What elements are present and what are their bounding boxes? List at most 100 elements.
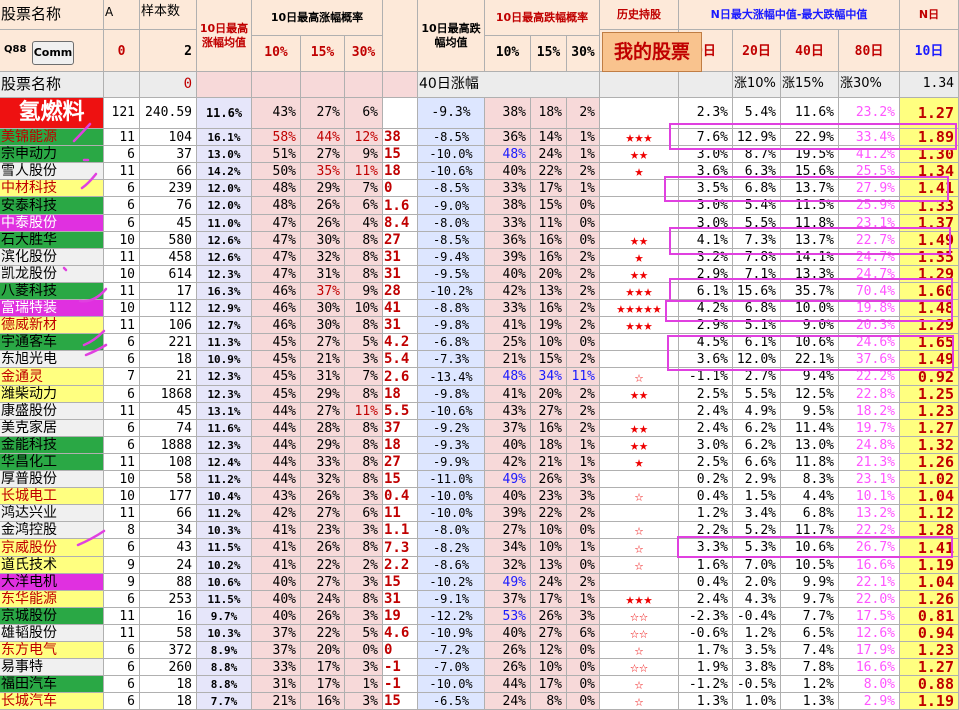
row-f30: 2% (567, 386, 600, 403)
row-k: 18 (383, 437, 418, 454)
row-name[interactable]: 康盛股份 (0, 403, 104, 420)
row-avg-rise: 10.6% (197, 574, 252, 591)
row-n20: 5.2% (733, 522, 781, 539)
row-stars (600, 403, 679, 420)
row-avg-rise: 12.9% (197, 300, 252, 317)
row-sample: 76 (140, 197, 197, 215)
row-name[interactable]: 美克家居 (0, 420, 104, 437)
row-p10: 51% (252, 146, 301, 163)
row-avg-fall: -10.0% (418, 146, 485, 163)
row-p30: 8% (345, 232, 383, 249)
row-name[interactable]: 长城电工 (0, 488, 104, 505)
row-name[interactable]: 富瑞特装 (0, 300, 104, 317)
row-name[interactable]: 宗申动力 (0, 146, 104, 163)
featured-n40: 11.6% (781, 98, 839, 129)
row-name[interactable]: 中泰股份 (0, 215, 104, 232)
row-name[interactable]: 东华能源 (0, 591, 104, 608)
row-n80: 22.1% (839, 574, 900, 591)
row-a: 8 (104, 522, 140, 539)
row-f15: 16% (531, 420, 567, 437)
row-name[interactable]: 东方电气 (0, 642, 104, 659)
row-name[interactable]: 潍柴动力 (0, 386, 104, 403)
row-p10: 44% (252, 437, 301, 454)
row-n40: 12.5% (781, 386, 839, 403)
row-n0: 3.0% (679, 437, 733, 454)
row-stars: ☆ (600, 642, 679, 659)
row-avg-rise: 16.3% (197, 283, 252, 300)
row-sample: 177 (140, 488, 197, 505)
row-name[interactable]: 金通灵 (0, 368, 104, 386)
my-stocks-button[interactable]: 我的股票 (602, 32, 702, 72)
row-n0: 3.3% (679, 539, 733, 557)
row-n40: 7.4% (781, 642, 839, 659)
row-p10: 40% (252, 608, 301, 625)
row-p15: 30% (301, 232, 345, 249)
row-name[interactable]: 安泰科技 (0, 197, 104, 215)
row-p15: 17% (301, 676, 345, 693)
row-p15: 21% (301, 351, 345, 368)
row-n80: 24.7% (839, 249, 900, 266)
row-n0: 3.0% (679, 197, 733, 215)
row-last: 1.32 (900, 437, 959, 454)
row-name[interactable]: 易事特 (0, 659, 104, 676)
row-name[interactable]: 德威新材 (0, 317, 104, 334)
row-name[interactable]: 雄韬股份 (0, 625, 104, 642)
row-name[interactable]: 道氏技术 (0, 557, 104, 574)
row-a: 10 (104, 488, 140, 505)
row-n40: 6.8% (781, 505, 839, 522)
row-name[interactable]: 华昌化工 (0, 454, 104, 471)
row-n20: 1.5% (733, 488, 781, 505)
row-a: 6 (104, 351, 140, 368)
row-n80: 23.1% (839, 471, 900, 488)
row-n20: 2.7% (733, 368, 781, 386)
row-name[interactable]: 八菱科技 (0, 283, 104, 300)
row-p15: 16% (301, 693, 345, 710)
row-f15: 17% (531, 591, 567, 608)
row-n0: 3.0% (679, 146, 733, 163)
row-avg-rise: 13.1% (197, 403, 252, 420)
comm-button[interactable]: Comm (32, 41, 74, 65)
row-stars: ☆ (600, 676, 679, 693)
row-name[interactable]: 东旭光电 (0, 351, 104, 368)
row-n0: 2.4% (679, 403, 733, 420)
row-name[interactable]: 滨化股份 (0, 249, 104, 266)
row-name[interactable]: 金鸿控股 (0, 522, 104, 539)
row-name[interactable]: 凯龙股份 (0, 266, 104, 283)
header-p30: 30% (345, 36, 383, 72)
row-name[interactable]: 大洋电机 (0, 574, 104, 591)
row-name[interactable]: 宇通客车 (0, 334, 104, 351)
row-name[interactable]: 石大胜华 (0, 232, 104, 249)
row-n0: 1.3% (679, 693, 733, 710)
row-name[interactable]: 中材科技 (0, 180, 104, 197)
row-p10: 44% (252, 420, 301, 437)
row-avg-fall: -10.2% (418, 574, 485, 591)
row-name[interactable]: 鸿达兴业 (0, 505, 104, 522)
row-stars: ☆☆ (600, 608, 679, 625)
row-name[interactable]: 长城汽车 (0, 693, 104, 710)
row-name[interactable]: 福田汽车 (0, 676, 104, 693)
row-avg-fall: -10.0% (418, 505, 485, 522)
row-avg-fall: -9.3% (418, 437, 485, 454)
row-stars: ★★ (600, 146, 679, 163)
row-name[interactable]: 京城股份 (0, 608, 104, 625)
row-avg-fall: -10.6% (418, 403, 485, 420)
row-name[interactable]: 雪人股份 (0, 163, 104, 180)
row-k: 5.4 (383, 351, 418, 368)
row-f15: 22% (531, 163, 567, 180)
row-a: 11 (104, 283, 140, 300)
row-sample: 221 (140, 334, 197, 351)
row-last: 1.48 (900, 300, 959, 317)
row-p15: 29% (301, 437, 345, 454)
row-name[interactable]: 金能科技 (0, 437, 104, 454)
row-n80: 26.7% (839, 539, 900, 557)
row-last: 1.19 (900, 693, 959, 710)
row-n80: 17.9% (839, 642, 900, 659)
row-n40: 4.4% (781, 488, 839, 505)
row-k: 18 (383, 163, 418, 180)
row-name[interactable]: 厚普股份 (0, 471, 104, 488)
row-n40: 10.6% (781, 334, 839, 351)
row-name[interactable]: 美锦能源 (0, 129, 104, 146)
row-name[interactable]: 京威股份 (0, 539, 104, 557)
row-p30: 9% (345, 283, 383, 300)
sub-header-zero: 0 (140, 72, 197, 98)
